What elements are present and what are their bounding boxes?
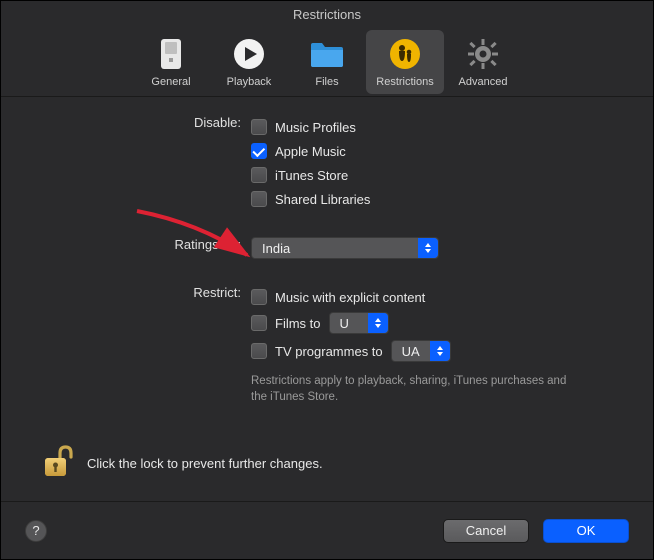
disable-apple-music[interactable]: Apple Music — [251, 139, 613, 163]
checkbox[interactable] — [251, 343, 267, 359]
checkbox-label: Apple Music — [275, 144, 346, 159]
checkbox[interactable] — [251, 191, 267, 207]
tab-files[interactable]: Files — [288, 30, 366, 94]
content-pane: Disable: Music Profiles Apple Music iTun… — [1, 97, 653, 421]
disable-shared-libraries[interactable]: Shared Libraries — [251, 187, 613, 211]
restrict-tv[interactable]: TV programmes to UA — [251, 337, 613, 365]
chevron-updown-icon — [418, 238, 438, 258]
ratings-heading: Ratings for: — [41, 237, 251, 252]
checkbox[interactable] — [251, 315, 267, 331]
ratings-country-select[interactable]: India — [251, 237, 439, 259]
restrict-row: Restrict: Music with explicit content Fi… — [41, 285, 613, 405]
tab-general[interactable]: General — [132, 30, 210, 94]
folder-icon — [307, 34, 347, 74]
checkbox-label: TV programmes to — [275, 344, 383, 359]
preferences-toolbar: General Playback Files Restrictions Adva… — [1, 26, 653, 97]
tab-playback[interactable]: Playback — [210, 30, 288, 94]
lock-text: Click the lock to prevent further change… — [87, 456, 323, 471]
switch-icon — [151, 34, 191, 74]
chevron-updown-icon — [430, 341, 450, 361]
checkbox[interactable] — [251, 167, 267, 183]
restrict-explicit[interactable]: Music with explicit content — [251, 285, 613, 309]
lock-row: Click the lock to prevent further change… — [41, 444, 323, 483]
popup-value: UA — [402, 344, 420, 359]
disable-itunes-store[interactable]: iTunes Store — [251, 163, 613, 187]
checkbox-label: Films to — [275, 316, 321, 331]
tab-advanced[interactable]: Advanced — [444, 30, 522, 94]
popup-value: U — [340, 316, 349, 331]
checkbox[interactable] — [251, 143, 267, 159]
checkbox-label: Shared Libraries — [275, 192, 370, 207]
tab-restrictions[interactable]: Restrictions — [366, 30, 444, 94]
checkbox[interactable] — [251, 119, 267, 135]
restrict-note: Restrictions apply to playback, sharing,… — [251, 373, 571, 405]
ratings-row: Ratings for: India — [41, 237, 613, 259]
tv-rating-select[interactable]: UA — [391, 340, 451, 362]
tab-label: Playback — [227, 76, 272, 88]
play-icon — [229, 34, 269, 74]
films-rating-select[interactable]: U — [329, 312, 389, 334]
disable-music-profiles[interactable]: Music Profiles — [251, 115, 613, 139]
checkbox-label: Music Profiles — [275, 120, 356, 135]
parental-icon — [385, 34, 425, 74]
popup-value: India — [262, 241, 290, 256]
gear-icon — [463, 34, 503, 74]
tab-label: General — [151, 76, 190, 88]
checkbox-label: iTunes Store — [275, 168, 348, 183]
restrict-films[interactable]: Films to U — [251, 309, 613, 337]
ok-button[interactable]: OK — [543, 519, 629, 543]
bottom-bar: ? Cancel OK — [1, 501, 653, 559]
restrict-heading: Restrict: — [41, 285, 251, 300]
tab-label: Files — [315, 76, 338, 88]
tab-label: Advanced — [459, 76, 508, 88]
help-button[interactable]: ? — [25, 520, 47, 542]
tab-label: Restrictions — [376, 76, 433, 88]
lock-open-icon[interactable] — [41, 444, 73, 483]
checkbox[interactable] — [251, 289, 267, 305]
disable-row: Disable: Music Profiles Apple Music iTun… — [41, 115, 613, 211]
chevron-updown-icon — [368, 313, 388, 333]
disable-heading: Disable: — [41, 115, 251, 130]
checkbox-label: Music with explicit content — [275, 290, 425, 305]
window-title: Restrictions — [1, 1, 653, 26]
cancel-button[interactable]: Cancel — [443, 519, 529, 543]
